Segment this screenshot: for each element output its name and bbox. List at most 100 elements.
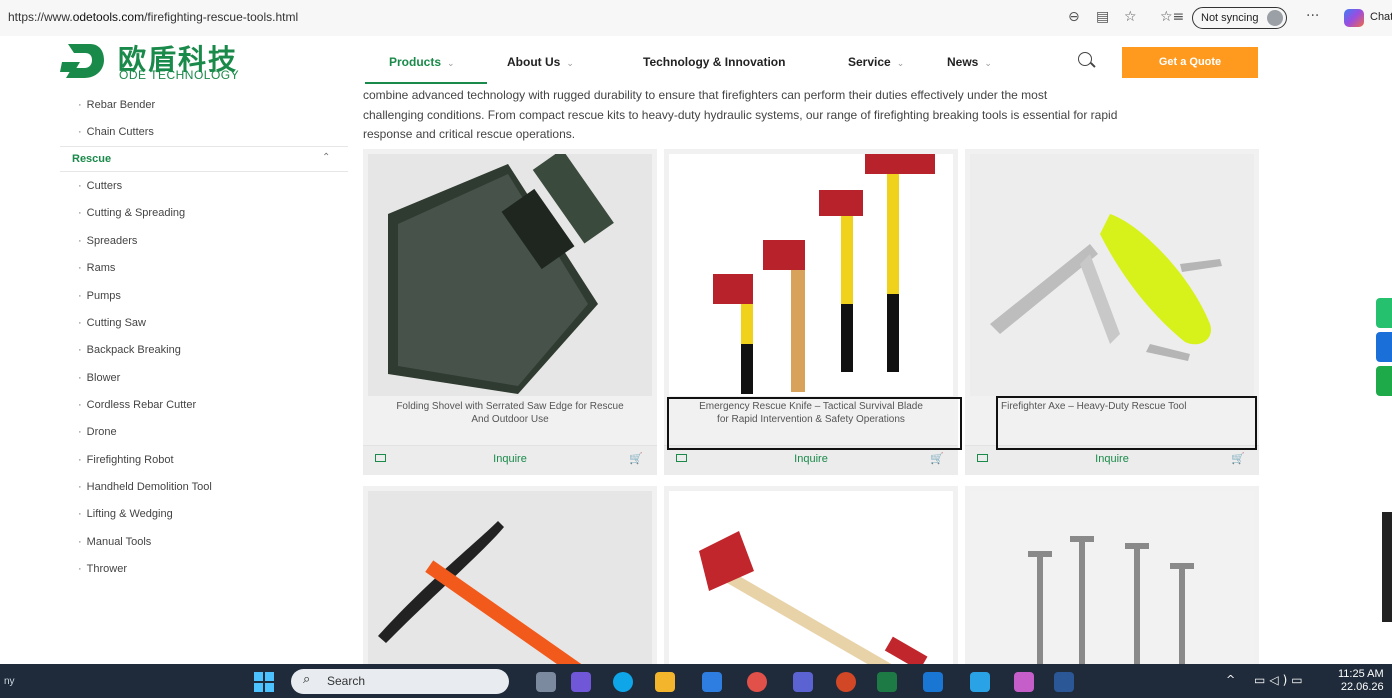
avatar: [1267, 10, 1284, 26]
app-icon[interactable]: [1014, 672, 1034, 692]
nav-products[interactable]: Products ⌄: [389, 55, 455, 69]
product-card[interactable]: Folding Shovel with Serrated Saw Edge fo…: [363, 149, 657, 475]
product-title[interactable]: Folding Shovel with Serrated Saw Edge fo…: [369, 400, 651, 426]
sidebar-item-chain-cutters[interactable]: Chain Cutters: [78, 126, 154, 138]
reader-view-icon[interactable]: ▤: [1096, 9, 1109, 25]
sidebar-item-rams[interactable]: Rams: [78, 262, 116, 274]
product-image-pickaxe[interactable]: [368, 491, 652, 669]
nav-news-label: News: [947, 55, 979, 69]
product-image-fire-axe[interactable]: [669, 491, 953, 669]
system-tray-icons[interactable]: ▭◁)▭: [1254, 673, 1307, 687]
excel-icon[interactable]: [877, 672, 897, 692]
store-icon[interactable]: [702, 672, 722, 692]
sidebar-item-firefighting-robot[interactable]: Firefighting Robot: [78, 454, 174, 466]
sidebar-item-spreaders[interactable]: Spreaders: [78, 235, 138, 247]
sidebar-item-backpack-breaking[interactable]: Backpack Breaking: [78, 344, 181, 356]
clock-date: 22.06.26: [1340, 681, 1384, 693]
nav-service[interactable]: Service ⌄: [848, 55, 904, 69]
teams-icon[interactable]: [793, 672, 813, 692]
search-icon[interactable]: [1078, 52, 1092, 66]
nav-technology[interactable]: Technology & Innovation: [643, 55, 785, 69]
sidebar-section-label: Rescue: [72, 153, 112, 165]
product-image-shovel-handles[interactable]: [970, 491, 1254, 669]
product-card[interactable]: [965, 486, 1259, 669]
email-icon[interactable]: [1376, 332, 1392, 362]
product-title-line: Folding Shovel with Serrated Saw Edge fo…: [396, 401, 624, 412]
chevron-up-icon[interactable]: ^: [1226, 673, 1235, 686]
favorite-star-icon[interactable]: ☆: [1124, 9, 1137, 25]
product-image-axes-set[interactable]: [669, 154, 953, 396]
product-card[interactable]: [363, 486, 657, 669]
sidebar-item-rebar-bender[interactable]: Rebar Bender: [78, 99, 156, 111]
product-image-folding-shovel[interactable]: [368, 154, 652, 396]
sidebar-item-cordless-rebar-cutter[interactable]: Cordless Rebar Cutter: [78, 399, 196, 411]
task-view-icon[interactable]: [536, 672, 556, 692]
intro-line-2: challenging conditions. From compact res…: [363, 108, 1118, 122]
whatsapp-icon[interactable]: [1376, 298, 1392, 328]
sidebar-item-lifting-wedging[interactable]: Lifting & Wedging: [78, 508, 173, 520]
inquire-button[interactable]: Inquire: [363, 453, 657, 465]
logo-icon[interactable]: [60, 40, 104, 80]
sidebar-item-cutters[interactable]: Cutters: [78, 180, 122, 192]
active-nav-underline: [365, 82, 487, 84]
search-icon: ⌕: [303, 672, 311, 687]
inquire-button[interactable]: Inquire: [965, 453, 1259, 465]
more-menu-icon[interactable]: ···: [1306, 8, 1319, 24]
sidebar-item-cutting-saw[interactable]: Cutting Saw: [78, 317, 146, 329]
powerpoint-icon[interactable]: [836, 672, 856, 692]
url-domain: odetools.com: [72, 10, 145, 24]
nav-service-label: Service: [848, 55, 891, 69]
get-a-quote-button[interactable]: Get a Quote: [1122, 47, 1258, 78]
nav-news[interactable]: News ⌄: [947, 55, 992, 69]
product-title-line: And Outdoor Use: [471, 414, 549, 425]
intro-line-1: combine advanced technology with rugged …: [363, 88, 1048, 102]
side-toolbar[interactable]: [1382, 512, 1392, 622]
profile-sync-button[interactable]: Not syncing: [1192, 7, 1288, 29]
sidebar-item-drone[interactable]: Drone: [78, 426, 117, 438]
product-image-rescue-knife[interactable]: [970, 154, 1254, 396]
chat-label[interactable]: Chat: [1370, 11, 1392, 23]
chevron-down-icon: ⌄: [447, 58, 455, 68]
favorites-icon[interactable]: ☆≡: [1160, 9, 1184, 25]
browser-toolbar: https://www.odetools.com/firefighting-re…: [0, 0, 1392, 36]
notepad-icon[interactable]: [970, 672, 990, 692]
cart-icon[interactable]: 🛒: [1231, 452, 1245, 465]
app-icon[interactable]: [747, 672, 767, 692]
sidebar-item-pumps[interactable]: Pumps: [78, 290, 121, 302]
cart-icon[interactable]: 🛒: [629, 452, 643, 465]
logo-english-text[interactable]: ODE TECHNOLOGY: [119, 68, 239, 82]
product-action-bar: Inquire 🛒: [363, 445, 657, 475]
sidebar-item-thrower[interactable]: Thrower: [78, 563, 127, 575]
taskbar-search[interactable]: ⌕ Search: [291, 669, 509, 694]
inquire-button[interactable]: Inquire: [664, 453, 958, 465]
cart-icon[interactable]: 🛒: [930, 452, 944, 465]
zoom-icon[interactable]: ⊖: [1068, 9, 1080, 25]
copilot-icon[interactable]: [1344, 9, 1364, 27]
clock-time: 11:25 AM: [1338, 668, 1384, 680]
word-icon[interactable]: [1054, 672, 1074, 692]
chat-icon[interactable]: [1376, 366, 1392, 396]
nav-about-us[interactable]: About Us ⌄: [507, 55, 574, 69]
sidebar-section-rescue[interactable]: Rescue ⌃: [60, 146, 348, 172]
sync-label: Not syncing: [1201, 12, 1259, 24]
highlight-box: [667, 397, 962, 450]
chevron-up-icon: ⌃: [322, 152, 331, 163]
taskbar: ny ⌕ Search ^ ▭◁)▭ 11:25 AM 22.06.26: [0, 664, 1392, 698]
copilot-app-icon[interactable]: [571, 672, 591, 692]
product-card[interactable]: [664, 486, 958, 669]
url-prefix: https://www.: [8, 10, 73, 24]
outlook-icon[interactable]: [923, 672, 943, 692]
sidebar-item-manual-tools[interactable]: Manual Tools: [78, 536, 152, 548]
sidebar-item-blower[interactable]: Blower: [78, 372, 121, 384]
windows-start-icon[interactable]: [254, 672, 274, 692]
file-explorer-icon[interactable]: [655, 672, 675, 692]
edge-icon[interactable]: [613, 672, 633, 692]
sidebar-item-cutting-spreading[interactable]: Cutting & Spreading: [78, 207, 185, 219]
chevron-down-icon: ⌄: [896, 58, 905, 68]
sidebar-item-handheld-demolition-tool[interactable]: Handheld Demolition Tool: [78, 481, 212, 493]
url-path: /firefighting-rescue-tools.html: [144, 10, 299, 24]
highlight-box: [996, 396, 1257, 450]
address-bar[interactable]: https://www.odetools.com/firefighting-re…: [8, 10, 298, 24]
nav-products-label: Products: [389, 55, 442, 69]
clock[interactable]: 11:25 AM 22.06.26: [1338, 668, 1384, 694]
